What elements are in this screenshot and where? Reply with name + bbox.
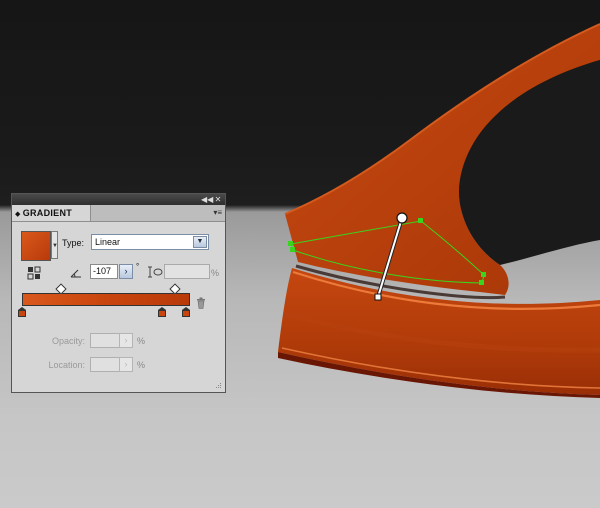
close-panel-button[interactable]: ✕ bbox=[213, 195, 223, 204]
anchor-point[interactable] bbox=[288, 241, 293, 246]
type-select-value: Linear bbox=[95, 237, 121, 247]
color-stop[interactable] bbox=[182, 307, 190, 317]
reverse-gradient-icon[interactable] bbox=[27, 266, 41, 280]
degree-symbol: ° bbox=[136, 262, 140, 271]
location-input[interactable] bbox=[90, 357, 120, 372]
color-stop[interactable] bbox=[18, 307, 26, 317]
panel-tab-row: ◆ GRADIENT ▾≡ bbox=[12, 205, 225, 222]
panel-titlebar[interactable]: ◀◀ ✕ bbox=[12, 194, 225, 205]
gradient-annotator-end[interactable] bbox=[374, 293, 382, 301]
location-dropdown-button[interactable]: › bbox=[119, 357, 133, 372]
resize-grip-icon[interactable] bbox=[214, 381, 222, 389]
aspect-percent-label: % bbox=[211, 268, 220, 278]
type-select[interactable]: Linear ▼ bbox=[91, 234, 209, 250]
panel-menu-button[interactable]: ▾≡ bbox=[213, 208, 222, 218]
gradient-slider[interactable] bbox=[18, 282, 202, 322]
opacity-label: Opacity: bbox=[51, 336, 85, 346]
anchor-point[interactable] bbox=[479, 280, 484, 285]
aspect-ratio-input[interactable] bbox=[164, 264, 210, 279]
chevron-down-icon[interactable]: ▼ bbox=[193, 236, 207, 248]
color-stop[interactable] bbox=[158, 307, 166, 317]
type-label: Type: bbox=[62, 238, 85, 248]
gradient-annotator-origin[interactable] bbox=[396, 212, 408, 224]
collapse-panel-button[interactable]: ◀◀ bbox=[201, 195, 213, 204]
tab-options-icon: ◆ bbox=[15, 211, 21, 218]
opacity-dropdown-button[interactable]: › bbox=[119, 333, 133, 348]
gradient-panel: ◀◀ ✕ ◆ GRADIENT ▾≡ ▼ Type: Linear ▼ -107 … bbox=[11, 193, 226, 393]
anchor-point[interactable] bbox=[481, 272, 486, 277]
opacity-input[interactable] bbox=[90, 333, 120, 348]
tab-gradient[interactable]: ◆ GRADIENT bbox=[12, 205, 91, 221]
angle-input[interactable]: -107 bbox=[90, 264, 118, 279]
location-percent-label: % bbox=[137, 360, 146, 370]
gradient-bar[interactable] bbox=[22, 293, 190, 306]
gradient-swatch[interactable] bbox=[21, 231, 51, 261]
aspect-ratio-icon bbox=[148, 266, 163, 278]
angle-icon bbox=[70, 269, 81, 278]
anchor-point[interactable] bbox=[418, 218, 423, 223]
location-label: Location: bbox=[48, 360, 85, 370]
angle-dropdown-button[interactable]: › bbox=[119, 264, 133, 279]
anchor-point[interactable] bbox=[290, 247, 295, 252]
tab-gradient-label: GRADIENT bbox=[22, 208, 73, 218]
swatch-dropdown-button[interactable]: ▼ bbox=[51, 231, 58, 259]
trash-icon[interactable] bbox=[196, 297, 206, 309]
opacity-percent-label: % bbox=[137, 336, 146, 346]
